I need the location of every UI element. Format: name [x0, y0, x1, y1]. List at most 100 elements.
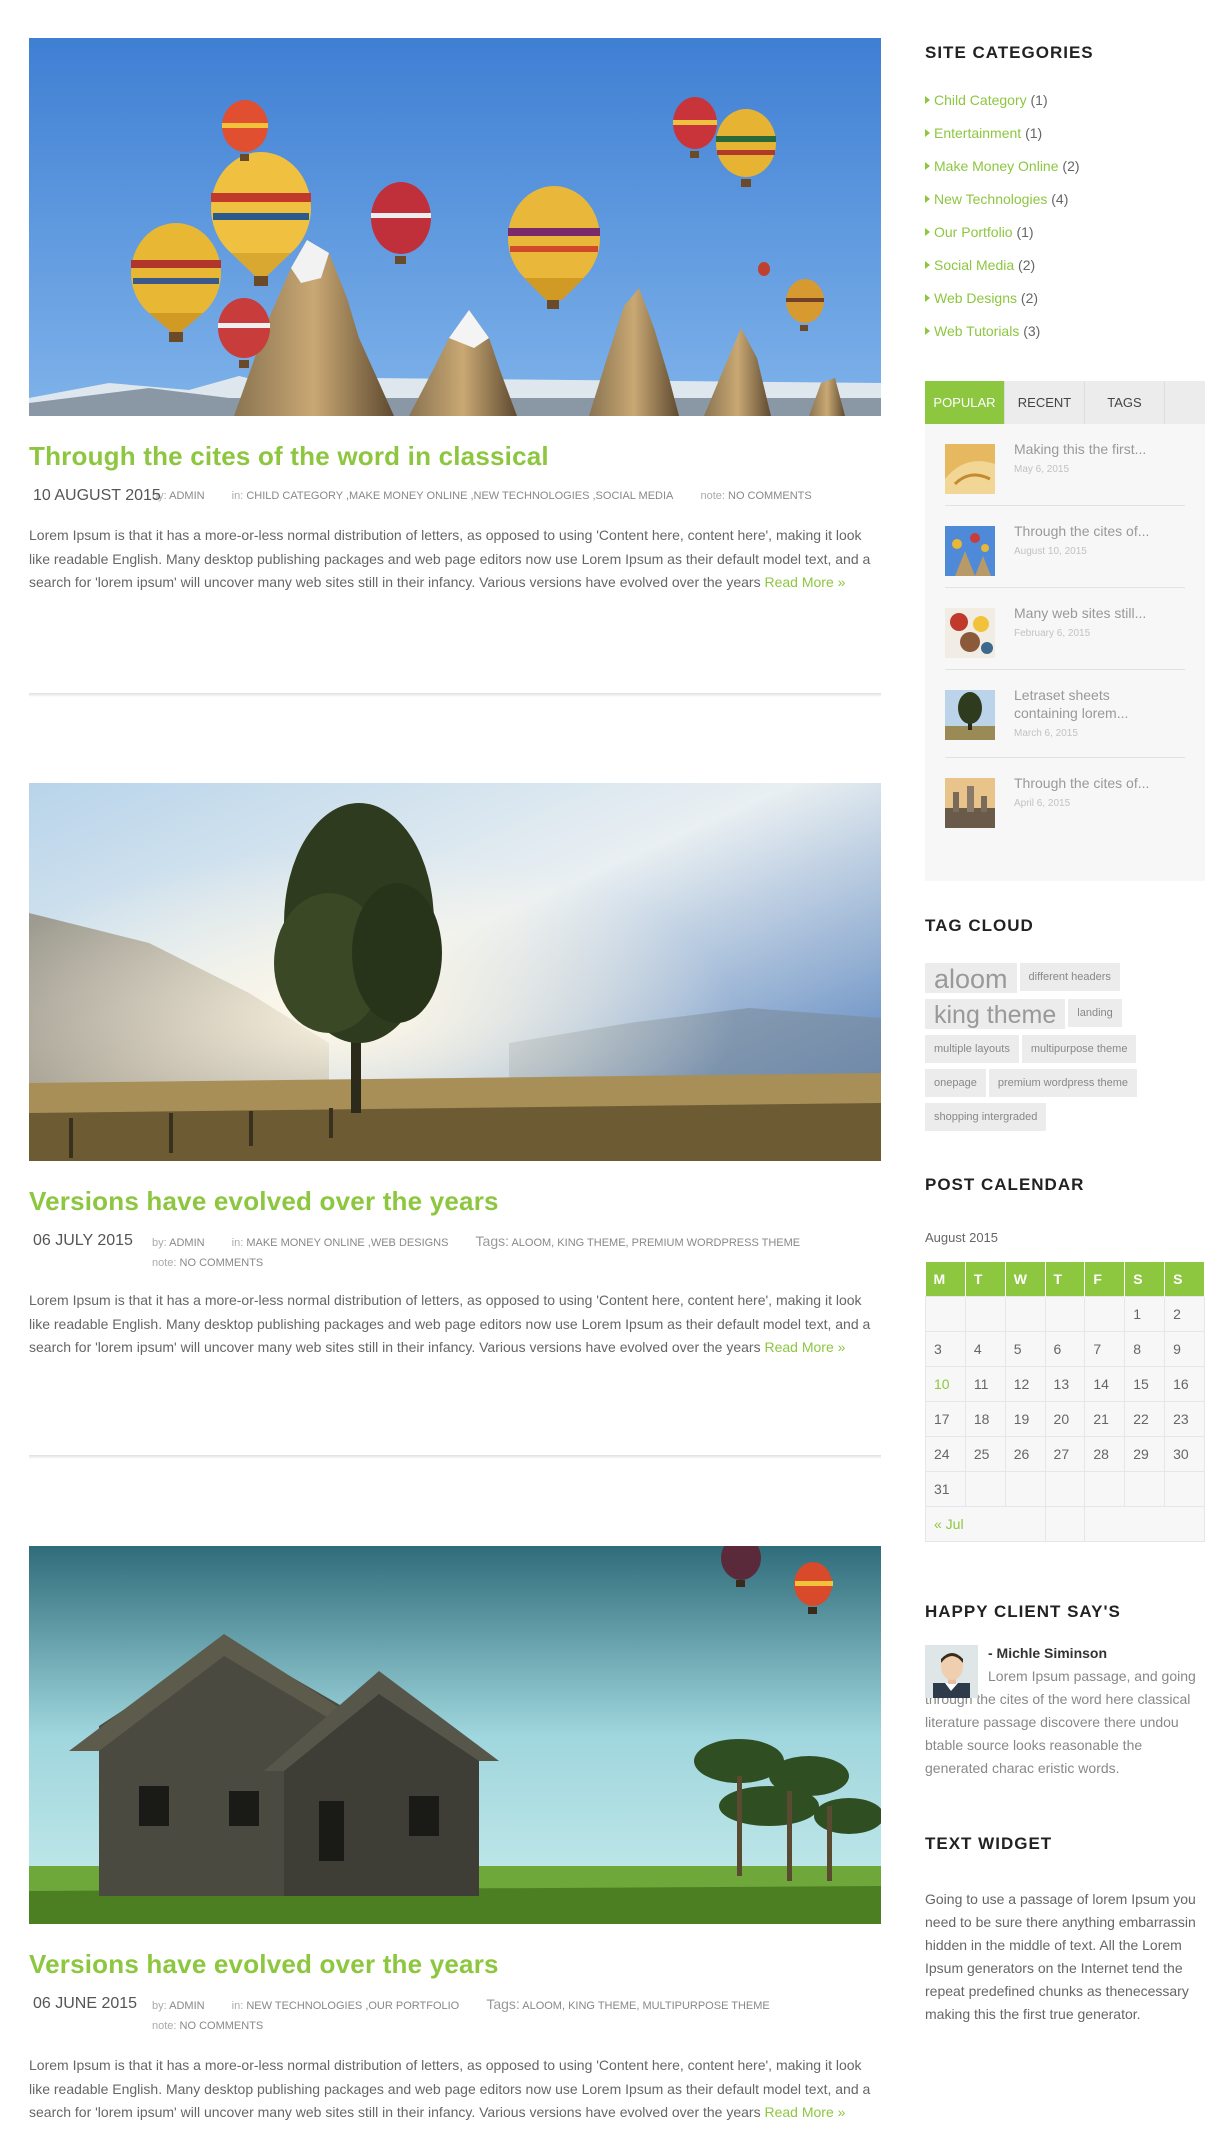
calendar-day	[1084, 1470, 1126, 1507]
category-item[interactable]: Child Category (1)	[925, 92, 1080, 125]
post-tags[interactable]: ALOOM, KING THEME, MULTIPURPOSE THEME	[522, 2000, 770, 2012]
blog-post: Versions have evolved over the years 06 …	[29, 1546, 881, 2125]
popular-post-item[interactable]: Making this the first... May 6, 2015	[945, 424, 1185, 506]
read-more-link[interactable]: Read More »	[764, 1339, 845, 1355]
post-title[interactable]: Through the cites of the word in classic…	[29, 440, 881, 472]
category-item[interactable]: Our Portfolio (1)	[925, 224, 1080, 257]
category-count: (1)	[1025, 125, 1043, 141]
popular-post-date: March 6, 2015	[1014, 728, 1078, 739]
post-thumbnail[interactable]	[945, 444, 995, 494]
popular-post-title[interactable]: Through the cites of...	[1014, 522, 1174, 540]
popular-post-date: April 6, 2015	[1014, 798, 1071, 809]
thumbnail-image	[945, 690, 995, 740]
category-link[interactable]: Make Money Online	[934, 158, 1059, 174]
category-item[interactable]: Web Tutorials (3)	[925, 323, 1080, 356]
post-featured-image[interactable]	[29, 1546, 881, 1924]
client-testimonial-title: HAPPY CLIENT SAY'S	[925, 1602, 1121, 1621]
popular-post-title[interactable]: Making this the first...	[1014, 440, 1174, 458]
tab-tags[interactable]: TAGS	[1085, 381, 1165, 424]
calendar-day: 26	[1004, 1435, 1046, 1472]
tab-bar: POPULAR RECENT TAGS	[925, 381, 1205, 424]
post-thumbnail[interactable]	[945, 526, 995, 576]
category-link[interactable]: New Technologies	[934, 191, 1047, 207]
category-item[interactable]: New Technologies (4)	[925, 191, 1080, 224]
popular-post-item[interactable]: Through the cites of... April 6, 2015	[945, 758, 1185, 840]
post-author[interactable]: ADMIN	[169, 2000, 204, 2012]
category-link[interactable]: Our Portfolio	[934, 224, 1013, 240]
calendar-pad	[1044, 1505, 1086, 1542]
blog-post: Versions have evolved over the years 06 …	[29, 783, 881, 1360]
post-featured-image[interactable]	[29, 38, 881, 416]
popular-post-item[interactable]: Through the cites of... August 10, 2015	[945, 506, 1185, 588]
calendar-day: 29	[1124, 1435, 1166, 1472]
calendar-day: 4	[964, 1330, 1006, 1367]
tag-link[interactable]: multiple layouts	[925, 1035, 1019, 1063]
calendar-day: 31	[925, 1470, 966, 1507]
calendar-day: 16	[1164, 1365, 1205, 1402]
post-title[interactable]: Versions have evolved over the years	[29, 1948, 881, 1980]
popular-post-title[interactable]: Many web sites still...	[1014, 604, 1174, 622]
calendar-day: 30	[1164, 1435, 1205, 1472]
by-label: by:	[152, 1237, 167, 1249]
post-excerpt: Lorem Ipsum is that it has a more-or-les…	[29, 524, 881, 595]
post-featured-image[interactable]	[29, 783, 881, 1161]
calendar-prev-month-link[interactable]: « Jul	[934, 1516, 964, 1532]
tab-recent[interactable]: RECENT	[1005, 381, 1085, 424]
calendar-day: 8	[1124, 1330, 1166, 1367]
popular-post-title[interactable]: Letraset sheets containing lorem...	[1014, 686, 1174, 722]
post-tags[interactable]: ALOOM, KING THEME, PREMIUM WORDPRESS THE…	[511, 1237, 800, 1249]
post-author[interactable]: ADMIN	[169, 1237, 204, 1249]
popular-post-item[interactable]: Many web sites still... February 6, 2015	[945, 588, 1185, 670]
category-link[interactable]: Child Category	[934, 92, 1027, 108]
tag-link[interactable]: king theme	[925, 999, 1066, 1029]
caret-right-icon	[925, 228, 930, 236]
post-categories[interactable]: CHILD CATEGORY ,MAKE MONEY ONLINE ,NEW T…	[246, 490, 673, 502]
read-more-link[interactable]: Read More »	[764, 2104, 845, 2120]
tag-link[interactable]: multipurpose theme	[1021, 1035, 1137, 1063]
read-more-link[interactable]: Read More »	[764, 574, 845, 590]
category-link[interactable]: Web Tutorials	[934, 323, 1019, 339]
tag-link[interactable]: aloom	[925, 963, 1017, 994]
testimonial: - Michle Siminson Lorem Ipsum passage, a…	[925, 1645, 1205, 1780]
post-thumbnail[interactable]	[945, 690, 995, 740]
category-count: (2)	[1020, 290, 1039, 306]
category-item[interactable]: Social Media (2)	[925, 257, 1080, 290]
post-categories[interactable]: MAKE MONEY ONLINE ,WEB DESIGNS	[246, 1237, 448, 1249]
tag-link[interactable]: shopping intergraded	[925, 1103, 1047, 1131]
calendar-day: 1	[1124, 1295, 1166, 1332]
category-link[interactable]: Entertainment	[934, 125, 1021, 141]
post-comments[interactable]: NO COMMENTS	[180, 1257, 264, 1269]
post-categories[interactable]: NEW TECHNOLOGIES ,OUR PORTFOLIO	[246, 2000, 459, 2012]
post-comments[interactable]: NO COMMENTS	[728, 490, 812, 502]
category-link[interactable]: Social Media	[934, 257, 1014, 273]
tab-popular[interactable]: POPULAR	[925, 381, 1005, 424]
tag-link[interactable]: onepage	[925, 1069, 986, 1097]
calendar-day: 12	[1004, 1365, 1046, 1402]
calendar-day: 23	[1164, 1400, 1205, 1437]
post-title[interactable]: Versions have evolved over the years	[29, 1185, 881, 1217]
caret-right-icon	[925, 195, 930, 203]
post-comments[interactable]: NO COMMENTS	[180, 2020, 264, 2032]
tag-link[interactable]: premium wordpress theme	[988, 1069, 1138, 1097]
post-thumbnail[interactable]	[945, 608, 995, 658]
weekday-header: S	[1164, 1262, 1205, 1296]
client-avatar	[925, 1645, 978, 1698]
weekday-header: F	[1084, 1262, 1126, 1296]
calendar-day: 24	[925, 1435, 966, 1472]
post-meta: 06 JUNE 2015 by: ADMIN in: NEW TECHNOLOG…	[29, 1994, 881, 2036]
note-label: note:	[152, 2020, 177, 2032]
category-item[interactable]: Web Designs (2)	[925, 290, 1080, 323]
tag-link[interactable]: different headers	[1019, 963, 1120, 991]
weekday-header: S	[1124, 1262, 1166, 1296]
category-link[interactable]: Web Designs	[934, 290, 1017, 306]
post-author[interactable]: ADMIN	[169, 490, 204, 502]
category-item[interactable]: Make Money Online (2)	[925, 158, 1080, 191]
category-item[interactable]: Entertainment (1)	[925, 125, 1080, 158]
post-thumbnail[interactable]	[945, 778, 995, 828]
calendar-table: M T W T F S S 12 3456789 10 11 12 13 14 15 16 …	[925, 1262, 1205, 1542]
calendar-day: 6	[1044, 1330, 1086, 1367]
calendar-day-linked[interactable]: 10	[925, 1365, 966, 1402]
popular-post-title[interactable]: Through the cites of...	[1014, 774, 1174, 792]
popular-post-item[interactable]: Letraset sheets containing lorem... Marc…	[945, 670, 1185, 758]
tag-link[interactable]: landing	[1068, 999, 1122, 1027]
